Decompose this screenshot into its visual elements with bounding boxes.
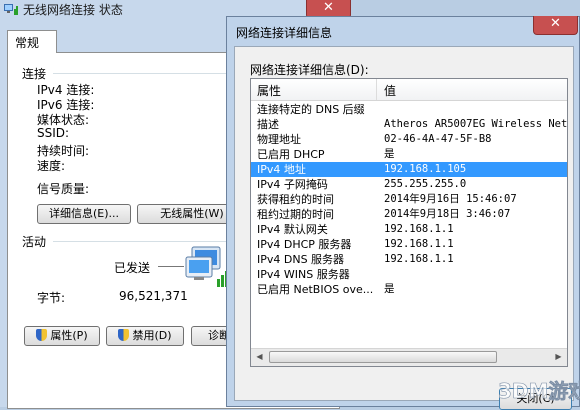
tab-general[interactable]: 常规 bbox=[7, 30, 57, 53]
horizontal-scrollbar[interactable]: ◀ ▶ bbox=[251, 348, 567, 366]
window-title: 无线网络连接 状态 bbox=[23, 3, 123, 17]
list-item[interactable]: IPv4 地址 192.168.1.105 bbox=[251, 162, 567, 177]
activity-heading: 活动 bbox=[22, 235, 47, 249]
property-value: 192.168.1.1 bbox=[384, 253, 454, 265]
property-value: 192.168.1.1 bbox=[384, 223, 454, 235]
scroll-right-icon[interactable]: ▶ bbox=[550, 349, 567, 365]
column-header-value[interactable]: 值 bbox=[384, 82, 396, 99]
column-header-property[interactable]: 属性 bbox=[257, 82, 281, 99]
details-button[interactable]: 详细信息(E)... bbox=[37, 204, 131, 224]
watermark-text: 3DM游戏网 bbox=[498, 379, 580, 403]
property-value: 是 bbox=[384, 283, 395, 295]
scrollbar-thumb[interactable] bbox=[269, 351, 497, 363]
property-value: 192.168.1.1 bbox=[384, 238, 454, 250]
list-item[interactable]: 描述 Atheros AR5007EG Wireless Network bbox=[251, 117, 567, 132]
property-name: 物理地址 bbox=[257, 133, 301, 146]
details-list-label: 网络连接详细信息(D): bbox=[250, 63, 369, 77]
sent-label: 已发送 bbox=[114, 261, 151, 275]
network-icon bbox=[4, 4, 18, 15]
listview-header: 属性 值 bbox=[251, 79, 567, 101]
shield-icon bbox=[118, 329, 130, 341]
dialog-body: 网络连接详细信息(D): 属性 值 连接特定的 DNS 后缀 描述 Atheros … bbox=[234, 46, 574, 410]
property-name: 已启用 NetBIOS ove... bbox=[257, 283, 374, 296]
property-value: 2014年9月16日 15:46:07 bbox=[384, 193, 517, 205]
signal-quality-label: 信号质量: bbox=[37, 182, 90, 196]
column-divider[interactable] bbox=[376, 79, 377, 100]
bytes-label: 字节: bbox=[37, 291, 66, 305]
property-name: IPv4 子网掩码 bbox=[257, 178, 328, 191]
property-name: IPv4 地址 bbox=[257, 163, 306, 176]
list-item[interactable]: IPv4 子网掩码 255.255.255.0 bbox=[251, 177, 567, 192]
property-value: 255.255.255.0 bbox=[384, 178, 467, 190]
ssid-label: SSID: bbox=[37, 126, 70, 140]
property-name: IPv4 DHCP 服务器 bbox=[257, 238, 352, 251]
bytes-sent-value: 96,521,371 bbox=[119, 289, 188, 303]
properties-button-label: 属性(P) bbox=[50, 329, 88, 342]
list-item[interactable]: 获得租约的时间 2014年9月16日 15:46:07 bbox=[251, 192, 567, 207]
list-item[interactable]: 物理地址 02-46-4A-47-5F-B8 bbox=[251, 132, 567, 147]
list-item[interactable]: 已启用 DHCP 是 bbox=[251, 147, 567, 162]
shield-icon bbox=[36, 329, 48, 341]
list-item[interactable]: 连接特定的 DNS 后缀 bbox=[251, 102, 567, 117]
property-value: 192.168.1.105 bbox=[384, 163, 467, 175]
property-name: IPv4 WINS 服务器 bbox=[257, 268, 350, 281]
list-item[interactable]: IPv4 默认网关 192.168.1.1 bbox=[251, 222, 567, 237]
list-item[interactable]: IPv4 DNS 服务器 192.168.1.1 bbox=[251, 252, 567, 267]
network-computers-icon bbox=[185, 246, 228, 287]
connection-heading: 连接 bbox=[22, 67, 47, 81]
property-name: 描述 bbox=[257, 118, 279, 131]
list-item[interactable]: 租约过期的时间 2014年9月18日 3:46:07 bbox=[251, 207, 567, 222]
close-icon[interactable]: ✕ bbox=[533, 16, 578, 35]
activity-dash bbox=[158, 266, 184, 267]
disable-button-label: 禁用(D) bbox=[132, 329, 172, 342]
property-value: Atheros AR5007EG Wireless Network bbox=[384, 118, 568, 130]
dialog-title: 网络连接详细信息 bbox=[236, 26, 333, 40]
speed-label: 速度: bbox=[37, 159, 66, 173]
property-value: 2014年9月18日 3:46:07 bbox=[384, 208, 511, 220]
details-listview[interactable]: 属性 值 连接特定的 DNS 后缀 描述 Atheros AR5007EG Wire… bbox=[250, 78, 568, 367]
properties-button[interactable]: 属性(P) bbox=[24, 326, 100, 346]
property-name: 租约过期的时间 bbox=[257, 208, 334, 221]
scroll-left-icon[interactable]: ◀ bbox=[251, 349, 268, 365]
property-name: 获得租约的时间 bbox=[257, 193, 334, 206]
watermark-logo: 3DM游戏网 bbox=[498, 379, 580, 404]
property-name: 连接特定的 DNS 后缀 bbox=[257, 103, 365, 116]
property-value: 是 bbox=[384, 148, 395, 160]
property-name: IPv4 DNS 服务器 bbox=[257, 253, 345, 266]
network-connection-details-dialog: 网络连接详细信息 ✕ 网络连接详细信息(D): 属性 值 连接特定的 DNS 后… bbox=[226, 16, 580, 410]
property-name: 已启用 DHCP bbox=[257, 148, 325, 161]
list-item[interactable]: IPv4 WINS 服务器 bbox=[251, 267, 567, 282]
property-name: IPv4 默认网关 bbox=[257, 223, 328, 236]
disable-button[interactable]: 禁用(D) bbox=[106, 326, 184, 346]
list-item[interactable]: 已启用 NetBIOS ove... 是 bbox=[251, 282, 567, 297]
property-value: 02-46-4A-47-5F-B8 bbox=[384, 133, 492, 145]
list-item[interactable]: IPv4 DHCP 服务器 192.168.1.1 bbox=[251, 237, 567, 252]
listview-rows: 连接特定的 DNS 后缀 描述 Atheros AR5007EG Wireless … bbox=[251, 102, 567, 297]
